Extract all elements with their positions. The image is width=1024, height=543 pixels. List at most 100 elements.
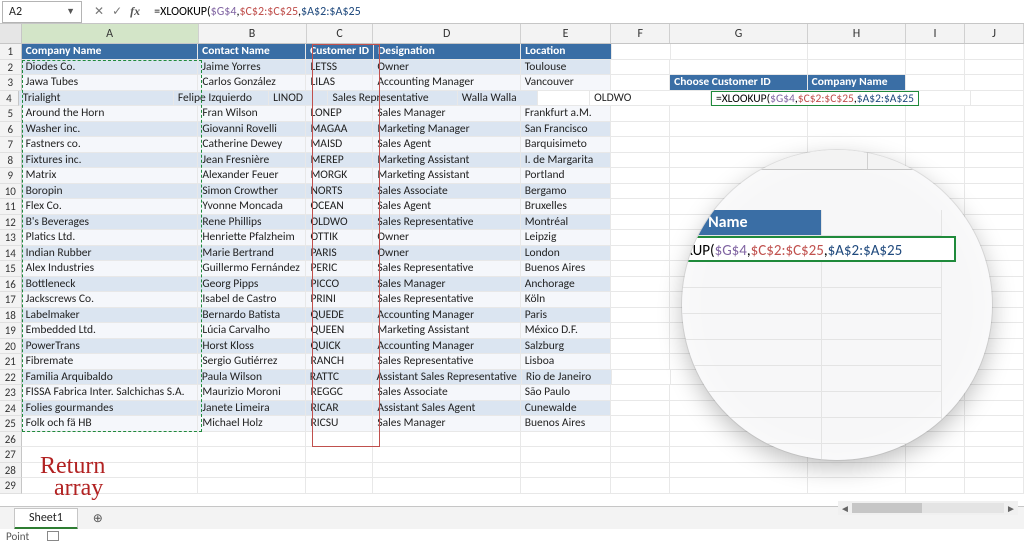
- table-cell[interactable]: Yvonne Moncada: [198, 199, 306, 215]
- table-cell[interactable]: Owner: [373, 60, 520, 76]
- cell[interactable]: [808, 60, 906, 76]
- column-header-C[interactable]: C: [307, 24, 374, 43]
- table-cell[interactable]: Marketing Manager: [373, 122, 520, 138]
- row-header[interactable]: 21: [0, 354, 22, 370]
- table-cell[interactable]: REGGC: [306, 385, 373, 401]
- cell[interactable]: [611, 339, 670, 355]
- table-cell[interactable]: Frankfurt a.M.: [521, 106, 611, 122]
- table-cell[interactable]: Trialight: [19, 91, 174, 107]
- table-cell[interactable]: Embedded Ltd.: [22, 323, 199, 339]
- cancel-icon[interactable]: ✕: [94, 4, 104, 19]
- table-cell[interactable]: Accounting Manager: [373, 75, 520, 91]
- row-header[interactable]: 1: [0, 44, 22, 60]
- cell[interactable]: [906, 44, 965, 60]
- table-cell[interactable]: Paris: [521, 308, 611, 324]
- table-cell[interactable]: OTTIK: [306, 230, 373, 246]
- column-header-B[interactable]: B: [199, 24, 307, 43]
- cell[interactable]: [611, 106, 670, 122]
- row-header[interactable]: 20: [0, 339, 22, 355]
- cell[interactable]: [611, 478, 670, 494]
- column-header-A[interactable]: A: [22, 24, 199, 43]
- cell[interactable]: [612, 44, 671, 60]
- column-header-J[interactable]: J: [965, 24, 1024, 43]
- table-cell[interactable]: Alexander Feuer: [198, 168, 306, 184]
- table-cell[interactable]: Diodes Co.: [22, 60, 199, 76]
- table-cell[interactable]: PowerTrans: [22, 339, 199, 355]
- table-cell[interactable]: Leipzig: [521, 230, 611, 246]
- cell[interactable]: [906, 60, 965, 76]
- table-cell[interactable]: Rio de Janeiro: [522, 370, 612, 386]
- cell[interactable]: [611, 401, 670, 417]
- cell[interactable]: [611, 75, 670, 91]
- table-cell[interactable]: FISSA Fabrica Inter. Salchichas S.A.: [22, 385, 199, 401]
- cell[interactable]: [198, 478, 306, 494]
- table-cell[interactable]: Washer inc.: [22, 122, 199, 138]
- table-cell[interactable]: B's Beverages: [22, 215, 199, 231]
- row-header[interactable]: 5: [0, 106, 22, 122]
- cell[interactable]: [22, 432, 199, 448]
- table-cell[interactable]: Sales Representative: [373, 261, 520, 277]
- cell[interactable]: [198, 463, 306, 479]
- horizontal-scrollbar[interactable]: ◄ ►: [838, 501, 1018, 515]
- table-cell[interactable]: Assistant Sales Agent: [373, 401, 520, 417]
- table-cell[interactable]: London: [521, 246, 611, 262]
- cell[interactable]: [611, 292, 670, 308]
- row-header[interactable]: 15: [0, 261, 22, 277]
- table-cell[interactable]: Carlos González: [198, 75, 306, 91]
- cell[interactable]: [611, 277, 670, 293]
- cell[interactable]: [965, 478, 1024, 494]
- table-cell[interactable]: Janete Limeira: [198, 401, 306, 417]
- table-cell[interactable]: RICSU: [306, 416, 373, 432]
- row-header[interactable]: 13: [0, 230, 22, 246]
- table-cell[interactable]: Alex Industries: [22, 261, 199, 277]
- row-header[interactable]: 27: [0, 447, 22, 463]
- cell[interactable]: [965, 122, 1024, 138]
- table-cell[interactable]: Paula Wilson: [198, 370, 306, 386]
- table-header[interactable]: Designation: [374, 44, 521, 60]
- cell[interactable]: [611, 184, 670, 200]
- table-cell[interactable]: Simon Crowther: [198, 184, 306, 200]
- cell[interactable]: [971, 91, 1024, 107]
- table-cell[interactable]: Marketing Assistant: [373, 323, 520, 339]
- cell[interactable]: [611, 215, 670, 231]
- table-cell[interactable]: Assistant Sales Representative: [372, 370, 521, 386]
- cell[interactable]: [611, 385, 670, 401]
- name-box[interactable]: A2 ▼: [2, 1, 82, 23]
- table-cell[interactable]: Salzburg: [521, 339, 611, 355]
- cell[interactable]: [808, 463, 906, 479]
- table-cell[interactable]: Folk och fä HB: [22, 416, 199, 432]
- table-cell[interactable]: PRINI: [306, 292, 373, 308]
- cell[interactable]: [808, 478, 906, 494]
- cell[interactable]: [919, 91, 972, 107]
- cell[interactable]: [965, 44, 1024, 60]
- table-cell[interactable]: Henriette Pfalzheim: [198, 230, 306, 246]
- table-cell[interactable]: LILAS: [306, 75, 373, 91]
- table-cell[interactable]: Felipe Izquierdo: [174, 91, 269, 107]
- chevron-down-icon[interactable]: ▼: [66, 6, 75, 17]
- table-cell[interactable]: QUICK: [306, 339, 373, 355]
- table-cell[interactable]: Indian Rubber: [22, 246, 199, 262]
- table-cell[interactable]: Jean Fresnière: [198, 153, 306, 169]
- add-sheet-button[interactable]: ⊕: [88, 509, 108, 529]
- cell[interactable]: [198, 447, 306, 463]
- cell[interactable]: [611, 354, 670, 370]
- row-header[interactable]: 4: [0, 91, 19, 107]
- scroll-thumb[interactable]: [852, 503, 922, 513]
- cell[interactable]: [670, 106, 808, 122]
- row-header[interactable]: 14: [0, 246, 22, 262]
- cell[interactable]: [808, 44, 906, 60]
- row-header[interactable]: 29: [0, 478, 22, 494]
- table-cell[interactable]: Cunewalde: [521, 401, 611, 417]
- table-cell[interactable]: Sales Representative: [328, 91, 457, 107]
- table-cell[interactable]: Buenos Aires: [521, 261, 611, 277]
- cell[interactable]: [373, 432, 520, 448]
- table-cell[interactable]: Familia Arquibaldo: [22, 370, 198, 386]
- cell[interactable]: [670, 60, 808, 76]
- row-header[interactable]: 16: [0, 277, 22, 293]
- row-header[interactable]: 25: [0, 416, 22, 432]
- table-cell[interactable]: Bergamo: [521, 184, 611, 200]
- column-header-D[interactable]: D: [373, 24, 520, 43]
- cell[interactable]: [611, 416, 670, 432]
- table-cell[interactable]: QUEEN: [306, 323, 373, 339]
- fx-icon[interactable]: fx: [130, 4, 140, 19]
